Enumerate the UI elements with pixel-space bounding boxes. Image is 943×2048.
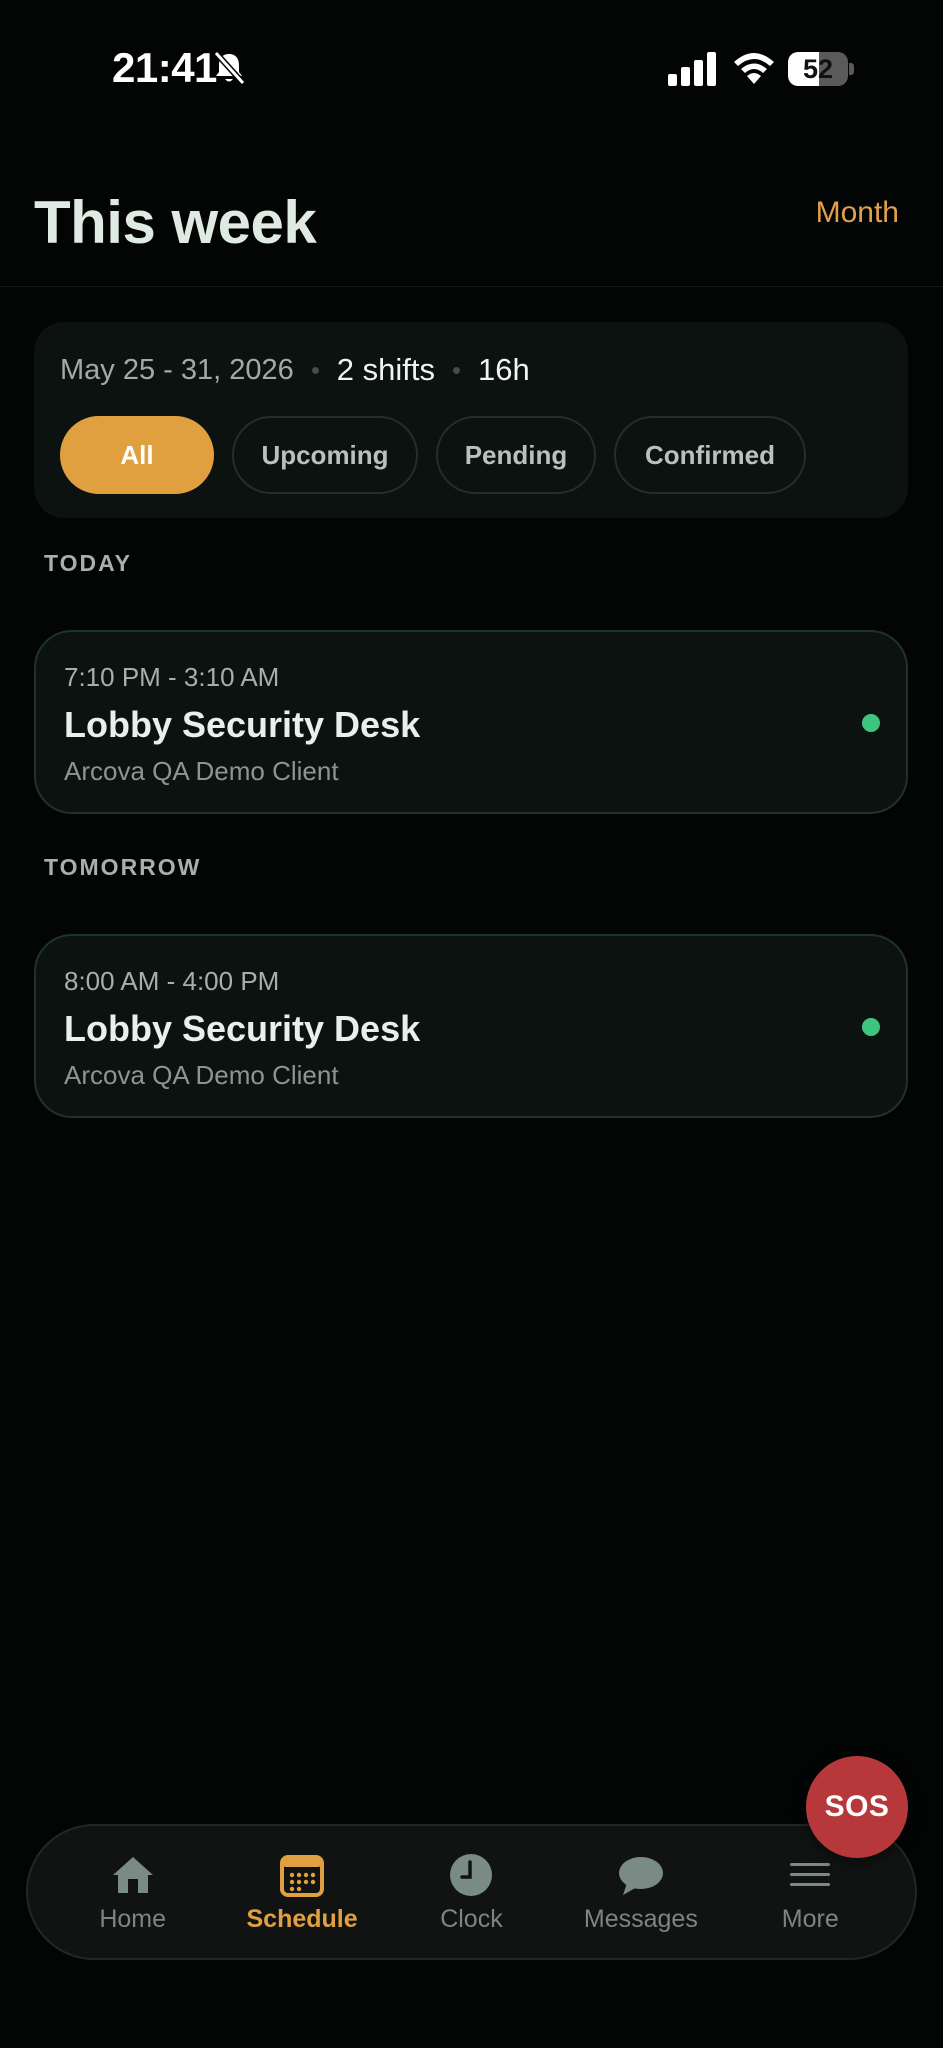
shift-count: 2 shifts — [336, 352, 435, 387]
calendar-icon — [280, 1854, 325, 1897]
header-divider — [0, 286, 943, 287]
tab-label: More — [781, 1904, 839, 1933]
filter-pending[interactable]: Pending — [436, 416, 596, 494]
battery-indicator: 52 — [788, 52, 854, 86]
tab-more[interactable]: More — [730, 1851, 890, 1934]
filter-chips: All Upcoming Pending Confirmed — [60, 416, 806, 494]
shift-card[interactable]: 8:00 AM - 4:00 PM Lobby Security Desk Ar… — [34, 934, 908, 1118]
separator-dot — [452, 366, 460, 374]
bell-off-icon — [213, 50, 246, 86]
tab-label: Home — [99, 1904, 167, 1933]
summary-line: May 25 - 31, 2026 2 shifts 16h — [60, 352, 530, 388]
section-label-today: TODAY — [44, 550, 132, 576]
filter-confirmed[interactable]: Confirmed — [614, 416, 806, 494]
total-hours: 16h — [477, 352, 530, 387]
bottom-tab-bar: Home Schedule Clock Messages More — [26, 1824, 917, 1960]
status-time: 21:41 — [112, 44, 217, 91]
menu-icon — [790, 1862, 831, 1886]
tab-label: Messages — [583, 1904, 698, 1933]
status-dot — [862, 1018, 880, 1036]
section-label-tomorrow: TOMORROW — [44, 854, 202, 880]
shift-title: Lobby Security Desk — [64, 1008, 421, 1049]
shift-title: Lobby Security Desk — [64, 704, 421, 745]
week-summary-card: May 25 - 31, 2026 2 shifts 16h All Upcom… — [34, 322, 908, 518]
status-dot — [862, 714, 880, 732]
tab-home[interactable]: Home — [53, 1851, 213, 1934]
tab-label: Clock — [440, 1904, 503, 1933]
shift-card[interactable]: 7:10 PM - 3:10 AM Lobby Security Desk Ar… — [34, 630, 908, 814]
filter-all[interactable]: All — [60, 416, 214, 494]
separator-dot — [311, 366, 319, 374]
shift-time: 7:10 PM - 3:10 AM — [64, 662, 280, 692]
tab-clock[interactable]: Clock — [391, 1851, 551, 1934]
sos-button[interactable]: SOS — [806, 1756, 908, 1858]
month-view-button[interactable]: Month — [816, 196, 899, 230]
filter-upcoming[interactable]: Upcoming — [232, 416, 418, 494]
shift-client: Arcova QA Demo Client — [64, 1060, 339, 1090]
status-bar: 21:41 52 — [0, 0, 943, 140]
shift-client: Arcova QA Demo Client — [64, 756, 339, 786]
clock-icon — [450, 1853, 493, 1896]
schedule-screen: 21:41 52 This week Month May 25 - 31, 20… — [0, 0, 943, 2048]
tab-label: Schedule — [246, 1904, 358, 1933]
home-icon — [112, 1856, 153, 1893]
shift-time: 8:00 AM - 4:00 PM — [64, 966, 280, 996]
battery-percent: 52 — [802, 54, 834, 84]
cellular-signal-icon — [668, 52, 716, 86]
wifi-icon — [734, 53, 774, 84]
date-range: May 25 - 31, 2026 — [60, 353, 294, 386]
chat-bubble-icon — [618, 1856, 663, 1895]
page-title: This week — [34, 189, 317, 256]
tab-messages[interactable]: Messages — [561, 1851, 721, 1934]
tab-schedule[interactable]: Schedule — [222, 1851, 382, 1934]
